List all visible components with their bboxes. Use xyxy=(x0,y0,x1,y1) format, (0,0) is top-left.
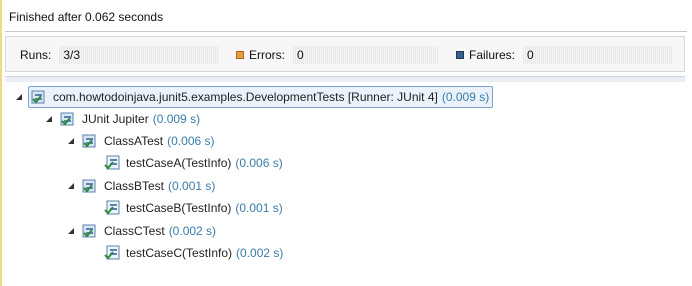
runs-label: Runs: xyxy=(20,48,52,62)
test-suite-icon xyxy=(82,223,99,239)
failures-value: 0 xyxy=(523,46,674,64)
tree-row-jupiter[interactable]: JUnit Jupiter (0.009 s) xyxy=(44,108,203,130)
progress-bar xyxy=(5,76,685,82)
tree-row-case-a[interactable]: testCaseA(TestInfo) (0.006 s) xyxy=(102,152,286,174)
tree-jupiter-time: (0.009 s) xyxy=(152,112,201,126)
failure-icon xyxy=(456,51,464,59)
tree-jupiter-name: JUnit Jupiter xyxy=(82,112,149,126)
test-case-icon xyxy=(104,245,121,261)
tree-class-b-name: ClassBTest xyxy=(104,179,165,193)
collapse-toggle-icon[interactable] xyxy=(66,136,76,146)
tree-row-root[interactable]: com.howtodoinjava.junit5.examples.Develo… xyxy=(14,86,494,108)
test-case-icon xyxy=(104,200,121,216)
status-header: Finished after 0.062 seconds xyxy=(9,10,164,24)
test-suite-icon xyxy=(60,111,77,127)
test-suite-icon xyxy=(82,133,99,149)
tree-case-c-time: (0.002 s) xyxy=(236,246,284,260)
runs-value: 3/3 xyxy=(59,46,220,64)
tree-case-c-name: testCaseC(TestInfo) xyxy=(126,246,233,260)
tree-case-b-name: testCaseB(TestInfo) xyxy=(126,201,232,215)
errors-counter: Errors: 0 xyxy=(236,46,438,64)
tree-class-c-name: ClassCTest xyxy=(104,224,165,238)
tree-class-c-time: (0.002 s) xyxy=(168,224,217,238)
failures-counter: Failures: 0 xyxy=(456,46,674,64)
tree-case-a-name: testCaseA(TestInfo) xyxy=(126,156,232,170)
tree-row-case-b[interactable]: testCaseB(TestInfo) (0.001 s) xyxy=(102,197,286,219)
tree-case-a-time: (0.006 s) xyxy=(235,156,283,170)
collapse-toggle-icon[interactable] xyxy=(44,114,54,124)
tree-row-case-c[interactable]: testCaseC(TestInfo) (0.002 s) xyxy=(102,242,286,264)
tree-class-a-name: ClassATest xyxy=(104,134,164,148)
tree-row-class-b[interactable]: ClassBTest (0.001 s) xyxy=(66,175,218,197)
errors-value: 0 xyxy=(293,46,438,64)
test-case-icon xyxy=(104,155,121,171)
test-suite-icon xyxy=(31,89,48,105)
test-suite-icon xyxy=(82,178,99,194)
tree-case-b-time: (0.001 s) xyxy=(235,201,283,215)
tree-class-b-time: (0.001 s) xyxy=(168,179,216,193)
counter-panel: Runs: 3/3 Errors: 0 Failures: 0 xyxy=(5,36,685,72)
errors-label: Errors: xyxy=(249,48,285,62)
runs-counter: Runs: 3/3 xyxy=(20,46,220,64)
tree-class-a-time: (0.006 s) xyxy=(167,134,215,148)
collapse-toggle-icon[interactable] xyxy=(14,92,24,102)
tree-root-name: com.howtodoinjava.junit5.examples.Develo… xyxy=(53,90,438,104)
tree-root-time: (0.009 s) xyxy=(441,90,490,104)
tree-row-class-a[interactable]: ClassATest (0.006 s) xyxy=(66,130,218,152)
window-edge xyxy=(0,0,2,286)
failures-label: Failures: xyxy=(469,48,516,62)
error-icon xyxy=(236,51,244,59)
collapse-toggle-icon[interactable] xyxy=(66,181,76,191)
header-divider xyxy=(5,31,687,32)
tree-row-class-c[interactable]: ClassCTest (0.002 s) xyxy=(66,220,219,242)
collapse-toggle-icon[interactable] xyxy=(66,226,76,236)
